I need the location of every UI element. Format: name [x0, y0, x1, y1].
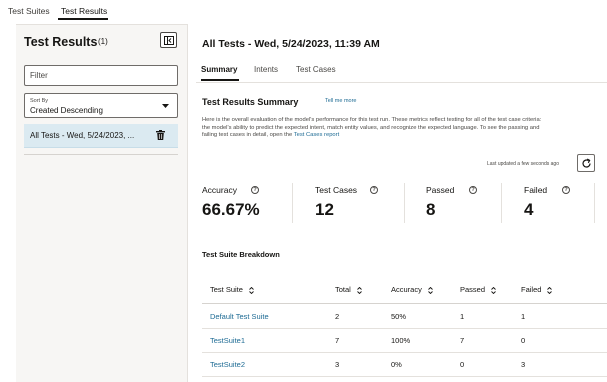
column-header-label: Failed	[521, 285, 542, 294]
table-cell-accuracy: 0%	[391, 360, 402, 369]
row-divider	[202, 328, 607, 329]
tab-intents[interactable]: Intents	[254, 65, 278, 74]
column-header-label: Passed	[460, 285, 486, 294]
refresh-icon	[582, 158, 591, 168]
test-suite-link[interactable]: TestSuite1	[210, 336, 245, 345]
help-icon[interactable]: ?	[469, 186, 477, 194]
divider	[404, 183, 405, 223]
metric-label: Accuracy	[202, 185, 237, 195]
table-cell-accuracy: 100%	[391, 336, 411, 345]
metric-label: Test Cases	[315, 185, 358, 195]
chevron-down-icon	[162, 104, 169, 108]
page-title: All Tests - Wed, 5/24/2023, 11:39 AM	[202, 38, 380, 50]
trash-icon[interactable]	[156, 130, 165, 140]
column-header-test-suite[interactable]: Test Suite	[210, 285, 254, 294]
table-cell-total: 2	[335, 312, 340, 321]
collapse-panel-button[interactable]	[160, 32, 177, 48]
table-cell-failed: 3	[521, 360, 526, 369]
sort-by-select[interactable]: Sort By Created Descending	[24, 93, 178, 118]
tell-me-more-link[interactable]: Tell me more	[325, 98, 356, 104]
table-cell-failed: 1	[521, 312, 526, 321]
sort-by-value: Created Descending	[30, 106, 103, 115]
refresh-button[interactable]	[577, 154, 595, 172]
column-header-passed[interactable]: Passed	[460, 285, 496, 294]
active-subtab-indicator	[201, 79, 239, 81]
tab-test-suites[interactable]: Test Suites	[8, 6, 50, 16]
collapse-panel-icon	[164, 36, 174, 45]
breakdown-title: Test Suite Breakdown	[202, 250, 280, 259]
column-header-label: Accuracy	[391, 285, 422, 294]
sort-icon	[491, 286, 496, 294]
sort-by-label: Sort By	[30, 98, 49, 104]
panel-title: Test Results	[24, 35, 98, 49]
test-results-panel: Test Results (1) Sort By Created Descend…	[16, 24, 188, 382]
table-cell-failed: 0	[521, 336, 526, 345]
row-divider	[202, 352, 607, 353]
table-cell-passed: 0	[460, 360, 465, 369]
results-count: (1)	[98, 37, 108, 46]
table-header-divider	[202, 303, 607, 304]
metric-value: 66.67%	[202, 200, 260, 219]
summary-description: Here is the overall evaluation of the mo…	[202, 117, 547, 140]
test-suite-link[interactable]: Default Test Suite	[210, 312, 269, 321]
help-icon[interactable]: ?	[251, 186, 259, 194]
divider	[196, 82, 607, 83]
column-header-accuracy[interactable]: Accuracy	[391, 285, 433, 294]
table-cell-total: 3	[335, 360, 340, 369]
tab-test-cases[interactable]: Test Cases	[296, 65, 336, 74]
table-cell-passed: 7	[460, 336, 465, 345]
test-result-item[interactable]: All Tests - Wed, 5/24/2023, ...	[24, 124, 178, 148]
column-header-label: Total	[335, 285, 351, 294]
description-text: Here is the overall evaluation of the mo…	[202, 117, 542, 139]
test-suite-link[interactable]: TestSuite2	[210, 360, 245, 369]
column-header-label: Test Suite	[210, 285, 243, 294]
tab-summary[interactable]: Summary	[201, 65, 237, 74]
sort-icon	[357, 286, 362, 294]
row-divider	[202, 376, 607, 377]
metric-label: Failed	[524, 185, 548, 195]
column-header-total[interactable]: Total	[335, 285, 362, 294]
metric-label: Passed	[426, 185, 455, 195]
help-icon[interactable]: ?	[370, 186, 378, 194]
filter-input[interactable]	[24, 65, 178, 86]
divider	[292, 183, 293, 223]
sort-icon	[428, 286, 433, 294]
sort-icon	[547, 286, 553, 294]
metric-value: 8	[426, 200, 436, 219]
last-updated-text: Last updated a few seconds ago	[487, 161, 559, 167]
table-cell-total: 7	[335, 336, 340, 345]
table-cell-accuracy: 50%	[391, 312, 407, 321]
divider	[501, 183, 502, 223]
sort-icon	[249, 286, 254, 294]
divider	[24, 154, 178, 155]
metric-value: 12	[315, 200, 334, 219]
column-header-failed[interactable]: Failed	[521, 285, 553, 294]
test-cases-report-link[interactable]: Test Cases report	[294, 132, 339, 138]
test-result-label: All Tests - Wed, 5/24/2023, ...	[30, 131, 135, 140]
table-cell-passed: 1	[460, 312, 465, 321]
summary-title: Test Results Summary	[202, 97, 299, 107]
help-icon[interactable]: ?	[562, 186, 570, 194]
metric-value: 4	[524, 200, 534, 219]
tab-test-results[interactable]: Test Results	[61, 6, 107, 16]
top-tabs: Test Suites Test Results	[0, 0, 607, 22]
active-tab-indicator	[58, 18, 108, 20]
divider	[594, 183, 595, 223]
